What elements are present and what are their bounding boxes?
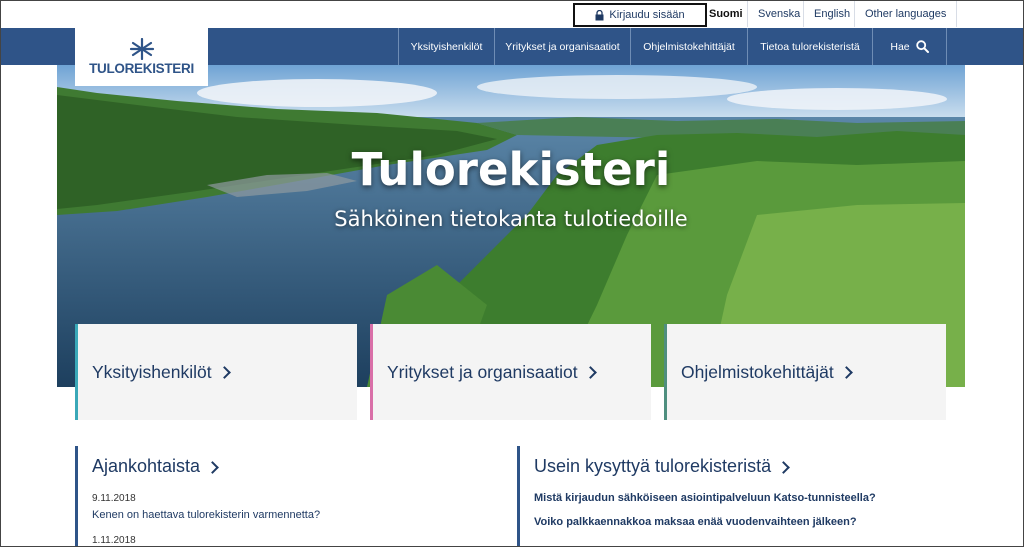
card-yritykset[interactable]: Yritykset ja organisaatiot — [370, 324, 651, 420]
faq-heading[interactable]: Usein kysyttyä tulorekisteristä — [534, 456, 954, 477]
hero-title: Tulorekisteri — [351, 143, 671, 196]
nav-ohjelmistokehittajat[interactable]: Ohjelmistokehittäjät — [630, 28, 747, 65]
search-label: Hae — [890, 40, 910, 53]
faq-section: Usein kysyttyä tulorekisteristä Mistä ki… — [517, 446, 954, 546]
lang-other[interactable]: Other languages — [854, 1, 958, 27]
chevron-right-icon — [217, 366, 231, 379]
login-button[interactable]: Kirjaudu sisään — [573, 3, 707, 27]
news-heading-label: Ajankohtaista — [92, 456, 201, 476]
browser-page: Kirjaudu sisään Suomi Svenska English Ot… — [0, 0, 1024, 547]
chevron-right-icon — [583, 366, 597, 379]
card-label: Yksityishenkilöt — [92, 361, 212, 382]
faq-link[interactable]: Voiko palkkaennakkoa maksaa enää vuodenv… — [534, 516, 954, 528]
news-link[interactable]: Kenen on haettava tulorekisterin varmenn… — [92, 509, 492, 521]
chevron-right-icon — [839, 366, 853, 379]
card-yksityishenkilot[interactable]: Yksityishenkilöt — [75, 324, 357, 420]
news-date: 1.11.2018 — [92, 535, 136, 546]
news-date: 9.11.2018 — [92, 493, 136, 504]
faq-heading-label: Usein kysyttyä tulorekisteristä — [534, 456, 772, 476]
utility-bar: Kirjaudu sisään Suomi Svenska English Ot… — [1, 1, 1023, 28]
nav-yritykset[interactable]: Yritykset ja organisaatiot — [494, 28, 630, 65]
news-heading[interactable]: Ajankohtaista — [92, 456, 492, 477]
lock-icon — [595, 9, 604, 20]
search-icon — [915, 40, 929, 53]
chevron-right-icon — [206, 460, 219, 474]
faq-link[interactable]: Mistä kirjaudun sähköiseen asiointipalve… — [534, 492, 954, 504]
login-label: Kirjaudu sisään — [609, 9, 685, 21]
hero-subtitle: Sähköinen tietokanta tulotiedoille — [334, 207, 688, 231]
chevron-right-icon — [777, 460, 790, 474]
nav-yksityishenkilot[interactable]: Yksityishenkilöt — [398, 28, 494, 65]
logo[interactable]: TULOREKISTERI — [75, 27, 208, 86]
news-section: Ajankohtaista 9.11.2018 Kenen on haettav… — [75, 446, 492, 546]
snowflake-logo-icon — [129, 37, 154, 60]
logo-text: TULOREKISTERI — [89, 60, 194, 76]
card-ohjelmistokehittajat[interactable]: Ohjelmistokehittäjät — [664, 324, 946, 420]
lang-svenska[interactable]: Svenska — [747, 1, 810, 27]
lang-suomi[interactable]: Suomi — [699, 1, 753, 27]
lang-english[interactable]: English — [803, 1, 860, 27]
card-label: Ohjelmistokehittäjät — [681, 361, 834, 382]
search-button[interactable]: Hae — [872, 28, 947, 65]
nav-tietoa[interactable]: Tietoa tulorekisteristä — [747, 28, 872, 65]
card-label: Yritykset ja organisaatiot — [387, 361, 578, 382]
